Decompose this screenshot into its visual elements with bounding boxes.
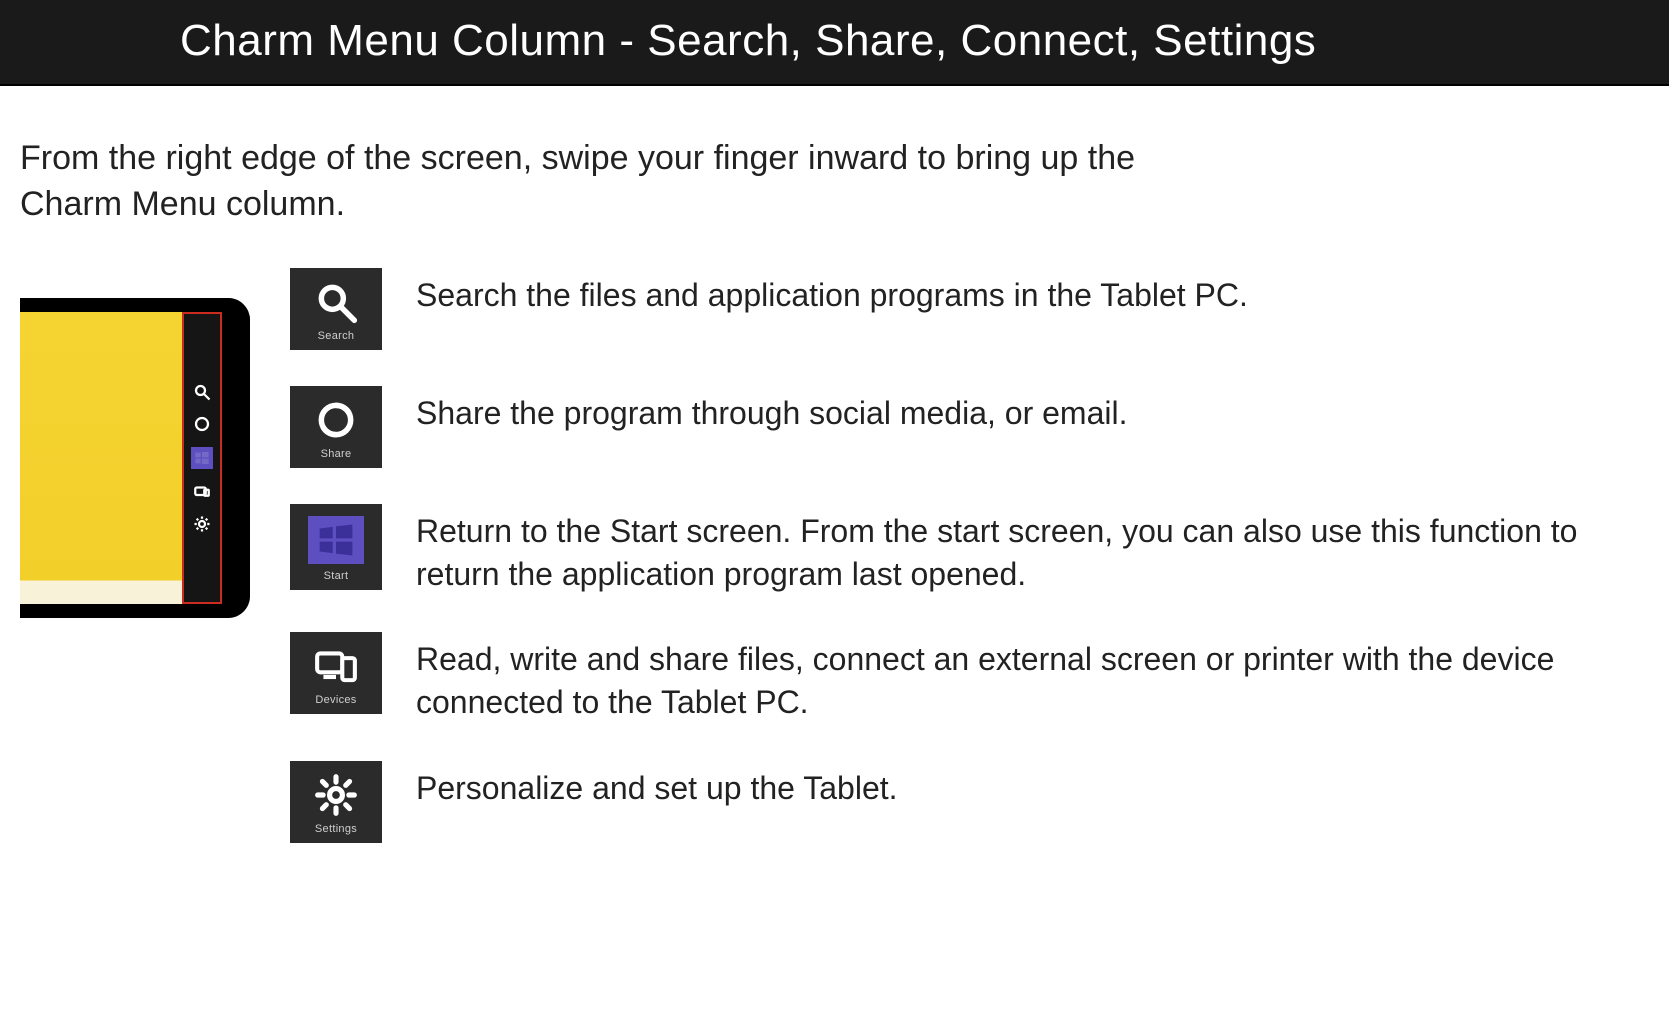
charm-item-start: Start Return to the Start screen. From t…	[290, 504, 1649, 596]
page-title: Charm Menu Column - Search, Share, Conne…	[0, 0, 1669, 86]
content-area: From the right edge of the screen, swipe…	[0, 86, 1669, 883]
search-icon	[314, 280, 358, 324]
charm-item-share: Share Share the program through social m…	[290, 386, 1649, 468]
share-tile: Share	[290, 386, 382, 468]
search-tile-label: Search	[318, 330, 355, 342]
start-icon	[191, 447, 213, 469]
search-description: Search the files and application program…	[416, 268, 1248, 317]
devices-icon	[314, 644, 358, 688]
share-icon	[193, 415, 211, 433]
share-tile-label: Share	[321, 448, 352, 460]
start-tile: Start	[290, 504, 382, 590]
settings-icon	[314, 773, 358, 817]
start-tile-label: Start	[324, 570, 349, 582]
devices-description: Read, write and share files, connect an …	[416, 632, 1596, 724]
share-icon	[314, 398, 358, 442]
tablet-charm-column	[182, 312, 222, 604]
start-icon	[308, 516, 364, 564]
start-description: Return to the Start screen. From the sta…	[416, 504, 1596, 596]
settings-tile-label: Settings	[315, 823, 357, 835]
share-description: Share the program through social media, …	[416, 386, 1127, 435]
charm-item-devices: Devices Read, write and share files, con…	[290, 632, 1649, 724]
devices-tile-label: Devices	[315, 694, 356, 706]
charm-list: Search Search the files and application …	[290, 268, 1649, 843]
tablet-frame	[20, 298, 250, 618]
body-row: Search Search the files and application …	[20, 268, 1649, 843]
devices-icon	[193, 483, 211, 501]
charm-item-search: Search Search the files and application …	[290, 268, 1649, 350]
settings-tile: Settings	[290, 761, 382, 843]
settings-icon	[193, 515, 211, 533]
tablet-illustration	[20, 268, 250, 618]
search-tile: Search	[290, 268, 382, 350]
intro-text: From the right edge of the screen, swipe…	[20, 136, 1220, 228]
charm-item-settings: Settings Personalize and set up the Tabl…	[290, 761, 1649, 843]
devices-tile: Devices	[290, 632, 382, 714]
search-icon	[193, 383, 211, 401]
settings-description: Personalize and set up the Tablet.	[416, 761, 898, 810]
